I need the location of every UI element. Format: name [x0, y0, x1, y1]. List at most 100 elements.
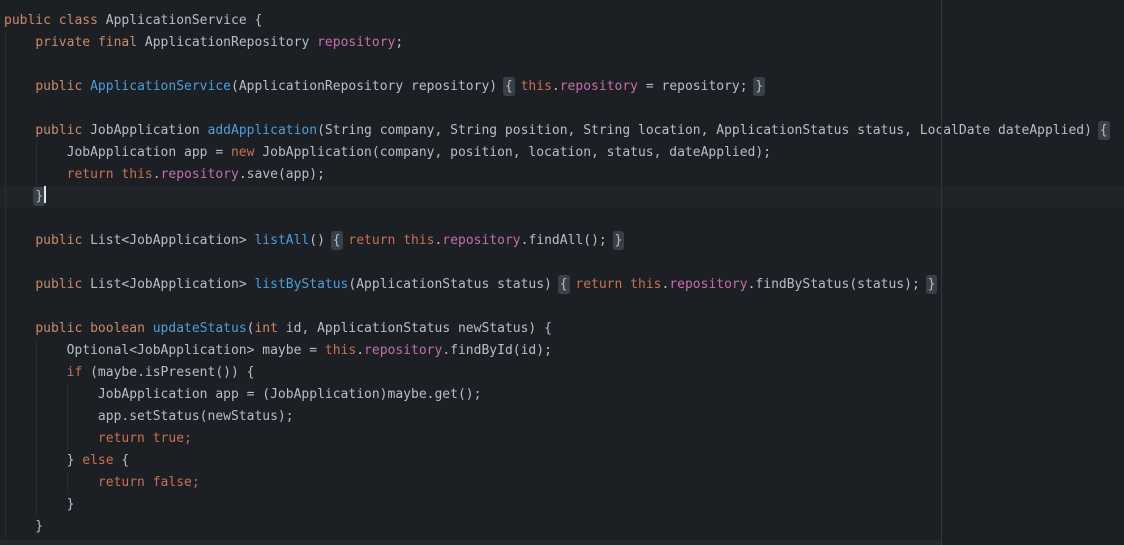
- code-token: {: [114, 453, 130, 468]
- horizontal-scrollbar-track[interactable]: [0, 540, 941, 545]
- indent-guide: [36, 450, 37, 472]
- code-token: JobApplication app = (JobApplication)may…: [4, 387, 481, 402]
- code-token: else: [82, 453, 113, 468]
- code-token: [82, 79, 90, 94]
- matched-brace: {: [560, 277, 568, 292]
- matched-brace: {: [1100, 123, 1108, 138]
- code-line[interactable]: JobApplication app = (JobApplication)may…: [0, 384, 1124, 406]
- code-token: repository: [317, 35, 395, 50]
- indent-guide: [36, 384, 37, 406]
- code-line[interactable]: public class ApplicationService {: [0, 10, 1124, 32]
- code-token: [4, 233, 35, 248]
- indent-guide: [5, 384, 6, 406]
- code-token: addApplication: [208, 123, 318, 138]
- code-token: List<JobApplication>: [82, 277, 254, 292]
- code-line[interactable]: public ApplicationService(ApplicationRep…: [0, 76, 1124, 98]
- code-token: [4, 321, 35, 336]
- code-editor[interactable]: public class ApplicationService { privat…: [0, 0, 1124, 545]
- matched-brace: }: [928, 277, 936, 292]
- code-line[interactable]: return this.repository.save(app);: [0, 164, 1124, 186]
- indent-guide: [36, 340, 37, 362]
- code-token: .findAll();: [521, 233, 615, 248]
- code-line[interactable]: [0, 98, 1124, 120]
- code-token: public: [4, 13, 51, 28]
- code-line[interactable]: public JobApplication addApplication(Str…: [0, 120, 1124, 142]
- code-token: this: [403, 233, 434, 248]
- indent-guide: [36, 428, 37, 450]
- code-line[interactable]: Optional<JobApplication> maybe = this.re…: [0, 340, 1124, 362]
- indent-guide: [36, 142, 37, 164]
- code-line[interactable]: } else {: [0, 450, 1124, 472]
- code-line[interactable]: public List<JobApplication> listByStatus…: [0, 274, 1124, 296]
- code-line[interactable]: app.setStatus(newStatus);: [0, 406, 1124, 428]
- code-token: .: [153, 167, 161, 182]
- code-token: ApplicationService: [90, 79, 231, 94]
- code-token: (maybe.isPresent()) {: [82, 365, 254, 380]
- indent-guide: [5, 494, 6, 516]
- indent-guide: [5, 98, 6, 120]
- code-token: ApplicationService {: [98, 13, 262, 28]
- code-token: repository: [161, 167, 239, 182]
- code-line[interactable]: private final ApplicationRepository repo…: [0, 32, 1124, 54]
- code-line[interactable]: JobApplication app = new JobApplication(…: [0, 142, 1124, 164]
- indent-guide: [5, 32, 6, 54]
- indent-guide: [36, 362, 37, 384]
- code-token: private: [35, 35, 90, 50]
- code-token: public: [35, 233, 82, 248]
- matched-brace: }: [35, 189, 43, 204]
- code-token: this: [630, 277, 661, 292]
- code-token: [51, 13, 59, 28]
- indent-guide: [67, 384, 68, 406]
- code-token: if: [67, 365, 83, 380]
- code-token: new: [231, 145, 254, 160]
- indent-guide: [5, 318, 6, 340]
- code-token: boolean: [90, 321, 145, 336]
- code-line[interactable]: [0, 296, 1124, 318]
- code-line[interactable]: }: [0, 516, 1124, 538]
- code-token: return: [575, 277, 622, 292]
- code-token: .: [552, 79, 560, 94]
- code-token: }: [4, 453, 82, 468]
- indent-guide: [36, 164, 37, 186]
- code-token: public: [35, 277, 82, 292]
- code-line[interactable]: public boolean updateStatus(int id, Appl…: [0, 318, 1124, 340]
- matched-brace: }: [755, 79, 763, 94]
- code-line[interactable]: }: [0, 186, 1124, 208]
- code-token: List<JobApplication>: [82, 233, 254, 248]
- code-line[interactable]: public List<JobApplication> listAll() { …: [0, 230, 1124, 252]
- indent-guide: [5, 252, 6, 274]
- code-token: JobApplication: [82, 123, 207, 138]
- code-line[interactable]: [0, 208, 1124, 230]
- code-token: [4, 79, 35, 94]
- code-token: }: [4, 519, 43, 534]
- indent-guide: [36, 406, 37, 428]
- code-token: this: [121, 167, 152, 182]
- text-cursor: [44, 186, 46, 203]
- code-line[interactable]: [0, 252, 1124, 274]
- code-token: app.setStatus(newStatus);: [4, 409, 294, 424]
- indent-guide: [5, 142, 6, 164]
- code-token: repository: [560, 79, 638, 94]
- code-token: repository: [364, 343, 442, 358]
- code-line[interactable]: }: [0, 494, 1124, 516]
- column-ruler: [941, 0, 942, 545]
- code-token: [4, 277, 35, 292]
- indent-guide: [5, 164, 6, 186]
- code-token: [513, 79, 521, 94]
- code-token: (ApplicationRepository repository): [231, 79, 505, 94]
- code-token: return: [67, 167, 114, 182]
- code-token: this: [521, 79, 552, 94]
- code-token: [4, 475, 98, 490]
- code-line[interactable]: return false;: [0, 472, 1124, 494]
- indent-guide: [5, 230, 6, 252]
- code-token: [145, 475, 153, 490]
- indent-guide: [5, 54, 6, 76]
- code-token: [82, 321, 90, 336]
- code-line[interactable]: if (maybe.isPresent()) {: [0, 362, 1124, 384]
- indent-guide: [67, 406, 68, 428]
- code-line[interactable]: [0, 54, 1124, 76]
- code-token: .: [356, 343, 364, 358]
- indent-guide: [36, 494, 37, 516]
- indent-guide: [5, 516, 6, 538]
- code-line[interactable]: return true;: [0, 428, 1124, 450]
